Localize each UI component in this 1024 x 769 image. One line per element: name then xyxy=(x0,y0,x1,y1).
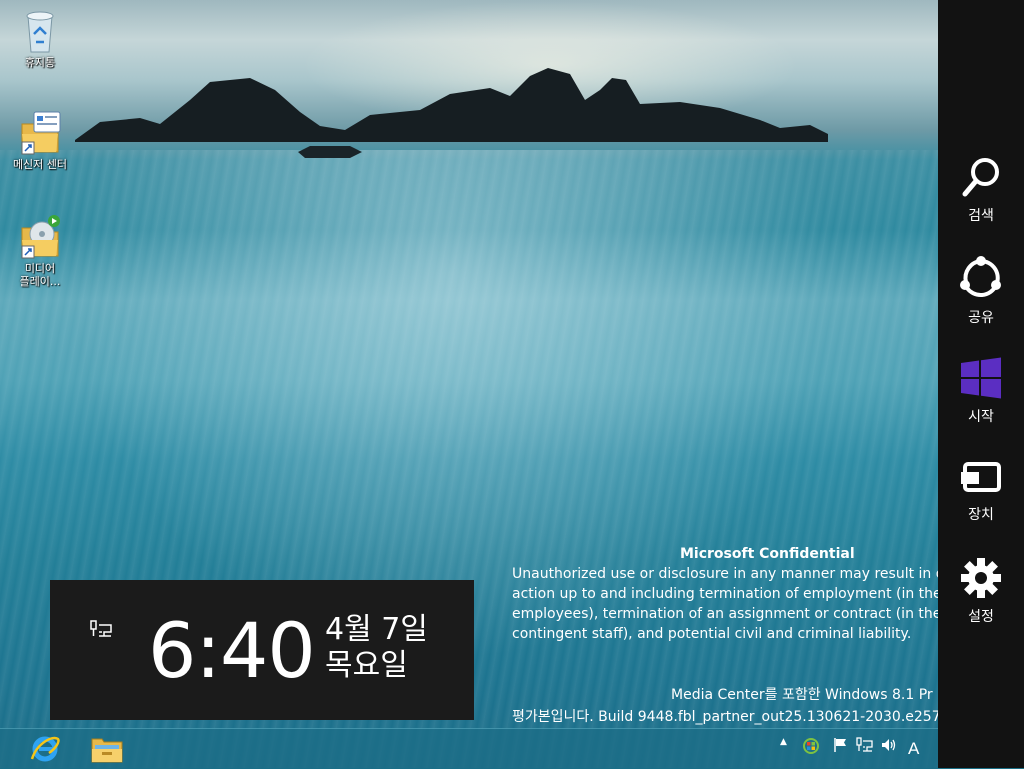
file-explorer-icon xyxy=(91,738,123,763)
clock-date: 4월 7일 목요일 xyxy=(325,612,428,684)
confidential-line: Unauthorized use or disclosure in any ma… xyxy=(512,566,938,582)
taskbar-file-explorer-button[interactable] xyxy=(82,731,132,767)
action-center-tray-button[interactable] xyxy=(832,737,848,753)
volume-icon xyxy=(882,739,896,751)
charm-start[interactable]: 시작 xyxy=(938,356,1024,446)
desktop-icon-messenger-center[interactable]: 메신저 센터 xyxy=(4,110,76,171)
build-text: 평가본입니다. Build 9448.fbl_partner_out25.130… xyxy=(512,709,938,725)
charm-settings[interactable]: 설정 xyxy=(938,556,1024,646)
desktop-icon-media-player[interactable]: 미디어 플레이... xyxy=(4,214,76,288)
network-icon xyxy=(856,737,873,752)
windows-update-icon xyxy=(803,738,819,754)
windows-logo-icon xyxy=(961,357,1001,399)
media-player-icon xyxy=(21,215,60,259)
clock-date-day: 4월 7일 xyxy=(325,612,428,647)
desktop-icon-label-line1: 미디어 xyxy=(24,262,56,275)
desktop-icon-label-line2: 플레이... xyxy=(19,275,61,288)
charm-share[interactable]: 공유 xyxy=(938,255,1024,345)
taskbar: ▲ A xyxy=(0,728,938,769)
share-icon xyxy=(960,256,1001,297)
wallpaper-rocks xyxy=(75,68,828,158)
confidential-line: action up to and including termination o… xyxy=(512,586,938,602)
messenger-center-icon xyxy=(21,111,61,155)
settings-gear-icon xyxy=(961,558,1001,598)
charm-label: 장치 xyxy=(968,507,994,523)
clock-time: 6:40 xyxy=(148,606,316,695)
edition-text: Media Center를 포함한 Windows 8.1 Pr xyxy=(671,687,933,703)
build-watermark: Media Center를 포함한 Windows 8.1 Pr 평가본입니다.… xyxy=(512,684,938,728)
desktop-icon-label: 메신저 센터 xyxy=(12,158,68,171)
confidential-title: Microsoft Confidential xyxy=(680,546,855,562)
confidential-watermark: Microsoft Confidential Unauthorized use … xyxy=(512,544,938,644)
charm-devices[interactable]: 장치 xyxy=(938,458,1024,548)
network-tray-button[interactable] xyxy=(856,737,874,753)
recycle-bin-icon xyxy=(26,11,54,53)
desktop-icon-label: 휴지통 xyxy=(24,56,56,69)
taskbar-internet-explorer-button[interactable] xyxy=(20,731,70,767)
desktop-icon-recycle-bin[interactable]: 휴지통 xyxy=(4,8,76,69)
devices-icon xyxy=(961,462,1001,492)
charm-label: 공유 xyxy=(968,310,994,326)
windows-update-tray-button[interactable] xyxy=(802,737,820,755)
confidential-line: contingent staff), and potential civil a… xyxy=(512,626,912,642)
charm-search[interactable]: 검색 xyxy=(938,155,1024,245)
clock-date-weekday: 목요일 xyxy=(325,648,408,683)
charm-label: 검색 xyxy=(968,208,994,224)
volume-tray-button[interactable] xyxy=(880,737,898,753)
show-hidden-icons-button[interactable]: ▲ xyxy=(780,737,787,747)
internet-explorer-icon xyxy=(30,736,60,762)
ethernet-icon xyxy=(90,620,112,637)
input-language-indicator[interactable]: A xyxy=(908,739,919,759)
action-center-flag-icon xyxy=(834,738,846,752)
charm-label: 시작 xyxy=(968,409,994,425)
charm-label: 설정 xyxy=(968,609,994,625)
clock-overlay: 6:40 4월 7일 목요일 xyxy=(50,580,474,720)
charms-bar: 검색 공유 시작 장치 설정 xyxy=(938,0,1024,768)
confidential-line: employees), termination of an assignment… xyxy=(512,606,938,622)
search-icon xyxy=(962,158,999,197)
